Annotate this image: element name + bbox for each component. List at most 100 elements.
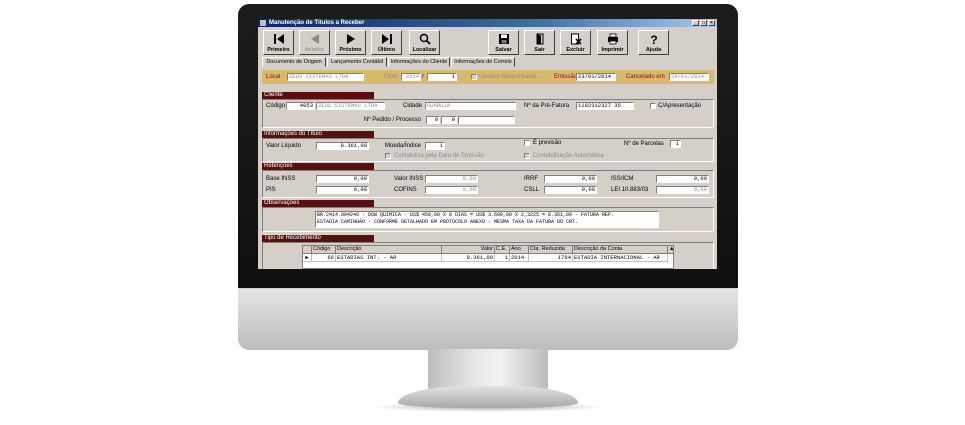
apresentacao-checkbox[interactable] — [650, 103, 656, 109]
titulo-year-field[interactable]: 2014 — [401, 73, 421, 81]
tab-informacoes-correio[interactable]: Informações do Correio — [451, 57, 515, 67]
observacoes-line-1: BR.2414.004240 - DOW QUIMICA - US$ 450,0… — [317, 212, 615, 218]
tab-informacoes-cliente[interactable]: Informações do Cliente — [388, 57, 450, 67]
minimize-icon[interactable]: _ — [692, 20, 699, 26]
exit-button[interactable]: Sair — [524, 30, 555, 55]
print-button[interactable]: Imprimir — [597, 30, 628, 55]
observacoes-line-2: ESTADIA CAMINHÃO - CONFORME DETALHADO EM… — [317, 219, 579, 225]
pis-field[interactable]: 0,00 — [316, 186, 369, 194]
titulo-section-header: Informações do Título — [262, 131, 374, 138]
last-button[interactable]: Último — [371, 30, 402, 55]
monitor-chin — [238, 288, 738, 350]
moeda-label: Moeda/Índice — [385, 143, 422, 149]
cidade-field[interactable]: GUARUJA — [425, 102, 516, 110]
save-icon — [499, 34, 509, 44]
grid-cell-codigo[interactable]: 66 — [312, 254, 336, 262]
irrf-label: IRRF — [524, 176, 538, 182]
observacoes-section-header: Observações — [262, 200, 374, 207]
close-icon[interactable]: × — [708, 20, 715, 26]
grid-header-ano[interactable]: Ano — [510, 246, 529, 254]
maximize-icon[interactable]: □ — [700, 20, 707, 26]
local-field[interactable]: ZEUS SISTEMAS LTDA — [287, 73, 364, 81]
window-titlebar: Manutenção de Títulos a Receber _ □ × — [258, 19, 717, 27]
grid-cell-cta-reduzida[interactable]: 1794 — [529, 254, 573, 262]
next-icon — [347, 34, 355, 44]
irrf-field[interactable]: 0,00 — [544, 175, 597, 183]
grid-header-valor[interactable]: Valor — [442, 246, 495, 254]
pedido-label: Nº Pedido / Processo — [364, 117, 421, 123]
pre-fatura-label: Nº da Pré-Fatura — [524, 103, 570, 109]
grid-cell-descricao[interactable]: ESTADIAS INT. - AR — [336, 254, 442, 262]
row-pointer-icon: ▶ — [303, 254, 312, 262]
observacoes-memo[interactable]: BR.2414.004240 - DOW QUIMICA - US$ 450,0… — [315, 211, 659, 228]
grid-header-codigo[interactable]: Código — [312, 246, 336, 254]
cancelado-field[interactable]: 29/01/2014 — [669, 73, 709, 81]
previsao-label: É previsão — [533, 140, 562, 146]
recebimento-grid[interactable]: Código Descrição Valor C.E. Ano Cta. Red… — [302, 245, 674, 269]
first-button[interactable]: Primeiro — [263, 30, 294, 55]
lei-field[interactable]: 0,00 — [656, 186, 709, 194]
recebimento-section-header: Tipo de Recebimento — [262, 235, 374, 242]
previous-button[interactable]: Anterior — [299, 30, 330, 55]
search-button[interactable]: Localizar — [409, 30, 440, 55]
help-button[interactable]: ? Ajuda — [638, 30, 669, 55]
print-icon — [608, 33, 618, 45]
tab-documento-origem[interactable]: Documento de Origem — [262, 57, 326, 67]
csll-field[interactable]: 0,00 — [544, 186, 597, 194]
base-inss-label: Base INSS — [266, 176, 296, 182]
contab-auto-checkbox[interactable] — [524, 153, 530, 159]
pis-label: PIS — [266, 187, 276, 193]
parcelas-label: Nº de Parcelas — [624, 141, 664, 147]
codigo-label: Código — [266, 103, 286, 109]
last-icon — [382, 34, 392, 44]
grid-cell-valor[interactable]: 8.361,00 — [442, 254, 495, 262]
grid-scroll-up-icon[interactable]: ▲ — [668, 246, 673, 254]
cofins-label: COFINS — [394, 187, 417, 193]
pedido-field[interactable]: 0 — [426, 116, 440, 124]
base-inss-field[interactable]: 0,00 — [316, 175, 369, 183]
contab-auto-label: Contabilização Automática — [533, 153, 604, 159]
next-button[interactable]: Próximo — [335, 30, 366, 55]
tab-lancamento-contabil[interactable]: Lançamento Contábil — [327, 57, 387, 67]
cidade-label: Cidade — [403, 103, 423, 109]
app-window: Manutenção de Títulos a Receber _ □ × Pr… — [258, 19, 717, 269]
grid-header-cta-reduzida[interactable]: Cta. Reduzida — [529, 246, 573, 254]
moeda-field[interactable]: 1 — [425, 142, 445, 150]
codigo-field[interactable]: 4053 — [286, 102, 315, 110]
valor-inss-field[interactable]: 0,00 — [425, 175, 478, 183]
cliente-section-header: Cliente — [262, 92, 374, 99]
valor-liquido-field[interactable]: 8.361,00 — [316, 142, 369, 150]
retencoes-section-header: Retenções — [262, 163, 374, 170]
cofins-field[interactable]: 0,00 — [425, 186, 478, 194]
contab-emissao-label: Contabiliza pela Data de Emissão — [394, 153, 485, 159]
delete-icon — [571, 33, 582, 45]
cancelado-label: Cancelado em — [626, 74, 665, 80]
grid-header-ce[interactable]: C.E. — [495, 246, 510, 254]
exit-icon — [536, 33, 544, 45]
csll-label: CSLL — [524, 187, 540, 193]
cliente-nome-field[interactable]: ZEUS SISTEMAS LTDA — [316, 102, 385, 110]
previous-icon — [311, 34, 319, 44]
contab-emissao-checkbox[interactable] — [385, 153, 391, 159]
local-label: Local — [266, 74, 281, 80]
usuario-checkbox[interactable] — [471, 74, 477, 80]
parcelas-field[interactable]: 1 — [670, 140, 681, 148]
first-icon — [274, 34, 284, 44]
titulo-separator: / — [422, 74, 424, 80]
pre-fatura-field[interactable]: 1182312327 35 — [576, 102, 634, 110]
save-button[interactable]: Salvar — [488, 30, 519, 55]
processo-field[interactable]: 0 — [441, 116, 457, 124]
grid-header-descricao[interactable]: Descrição — [336, 246, 442, 254]
iss-field[interactable]: 0,00 — [656, 175, 709, 183]
valor-liquido-label: Valor Líquido — [266, 143, 301, 149]
grid-cell-descricao-conta[interactable]: ESTADIA INTERNACIONAL - AR — [573, 254, 668, 262]
processo-extra-field[interactable] — [458, 116, 515, 124]
grid-header-descricao-conta[interactable]: Descrição da Conta — [573, 246, 668, 254]
emissao-field[interactable]: 23/01/2014 — [576, 73, 616, 81]
grid-cell-ano[interactable]: 2014 — [510, 254, 529, 262]
delete-button[interactable]: Excluir — [560, 30, 591, 55]
emissao-label: Emissão — [554, 74, 578, 80]
previsao-checkbox[interactable] — [524, 140, 530, 146]
titulo-number-field[interactable]: 1 — [427, 73, 457, 81]
grid-cell-ce[interactable]: 1 — [495, 254, 510, 262]
